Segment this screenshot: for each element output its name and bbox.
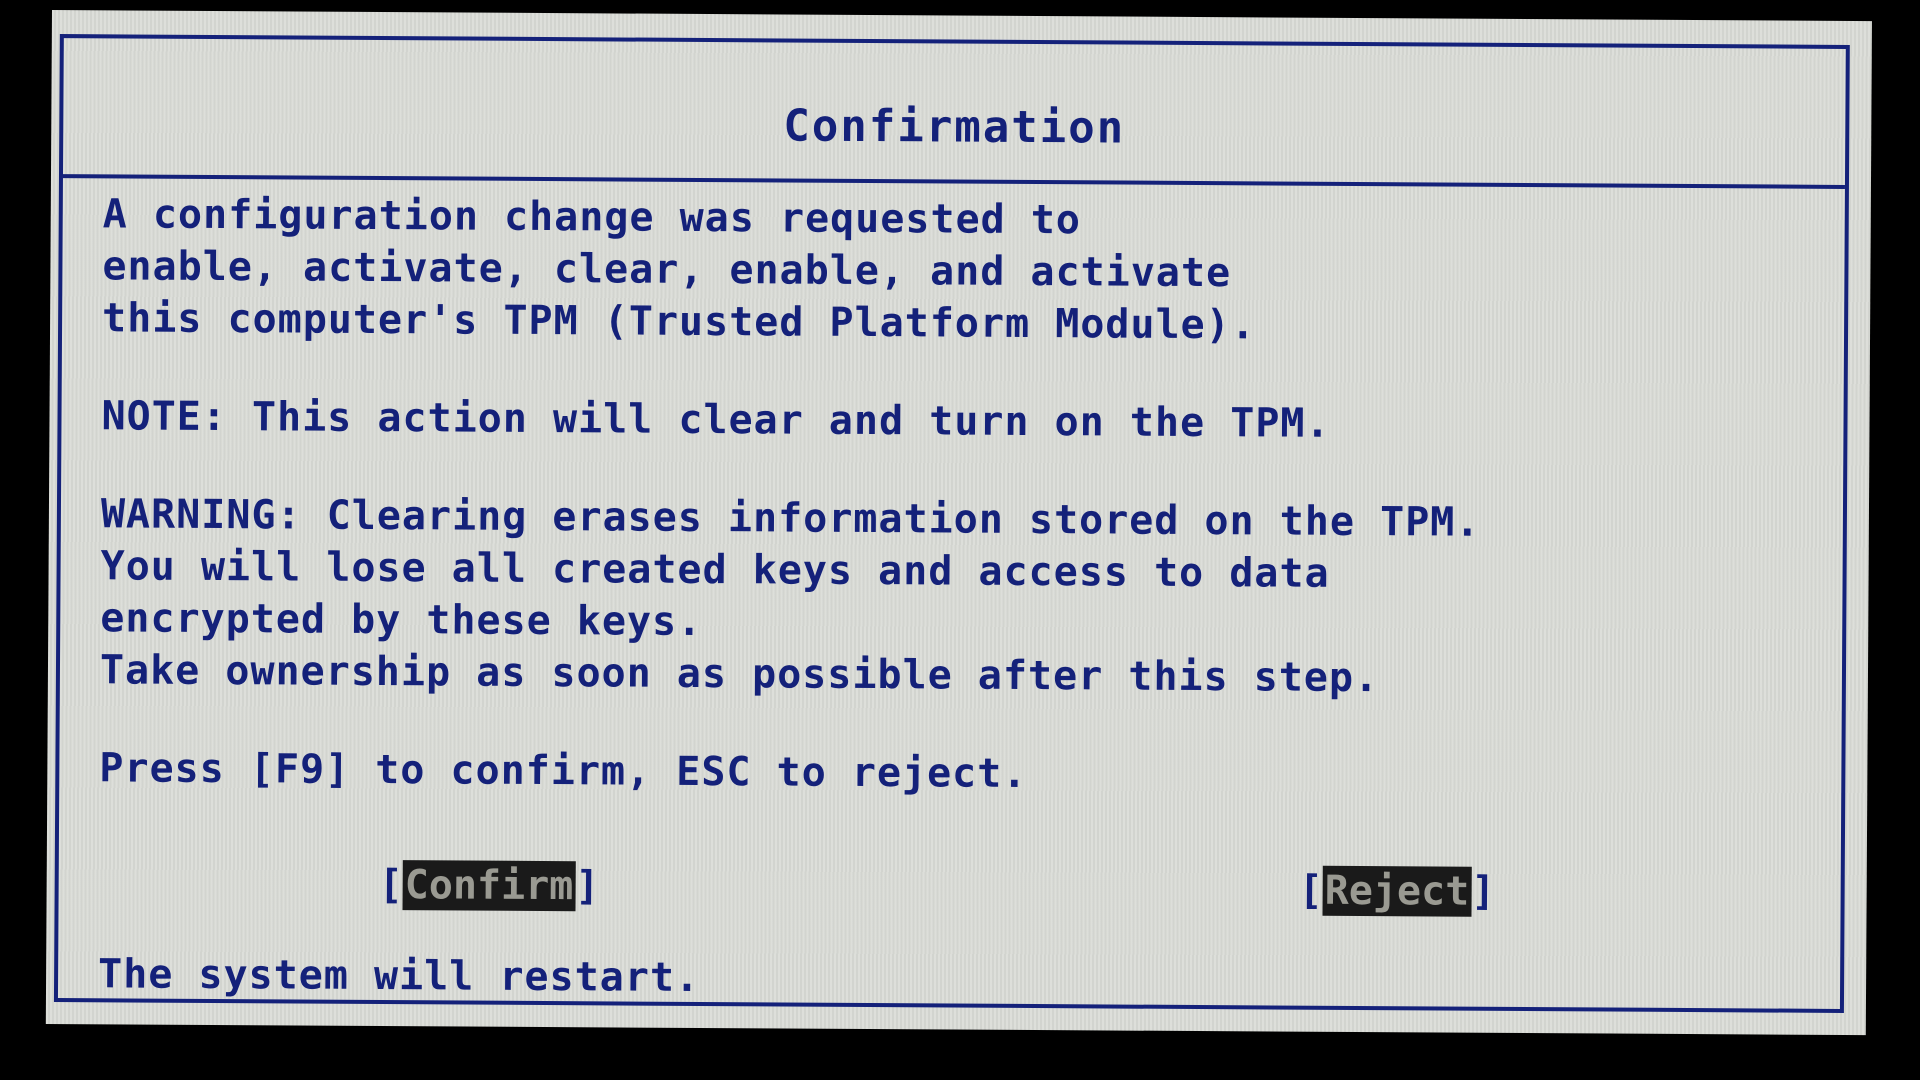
- bracket-open: [: [1298, 867, 1323, 914]
- bracket-open: [: [378, 862, 403, 909]
- confirmation-dialog: Confirmation A configuration change was …: [53, 34, 1850, 1013]
- reject-button-label: Reject: [1322, 865, 1472, 917]
- instruction-text: Press [F9] to confirm, ESC to reject.: [99, 745, 1028, 797]
- confirm-button[interactable]: [ Confirm ]: [378, 860, 600, 912]
- restart-notice: The system will restart.: [97, 951, 701, 1001]
- bracket-close: ]: [1471, 868, 1496, 915]
- request-line-3: this computer's TPM (Trusted Platform Mo…: [101, 295, 1257, 349]
- confirm-button-label: Confirm: [402, 860, 576, 912]
- dialog-body: A configuration change was requested to …: [99, 188, 1805, 804]
- bios-screen: Confirmation A configuration change was …: [45, 10, 1872, 1036]
- dialog-title: Confirmation: [783, 99, 1126, 154]
- button-row: [ Confirm ] [ Reject ]: [58, 858, 1840, 925]
- dialog-title-bar: Confirmation: [62, 38, 1846, 189]
- warning-line-4: Take ownership as soon as possible after…: [99, 647, 1380, 702]
- reject-button[interactable]: [ Reject ]: [1298, 865, 1496, 917]
- bracket-close: ]: [575, 863, 600, 910]
- note-text: NOTE: This action will clear and turn on…: [101, 393, 1331, 447]
